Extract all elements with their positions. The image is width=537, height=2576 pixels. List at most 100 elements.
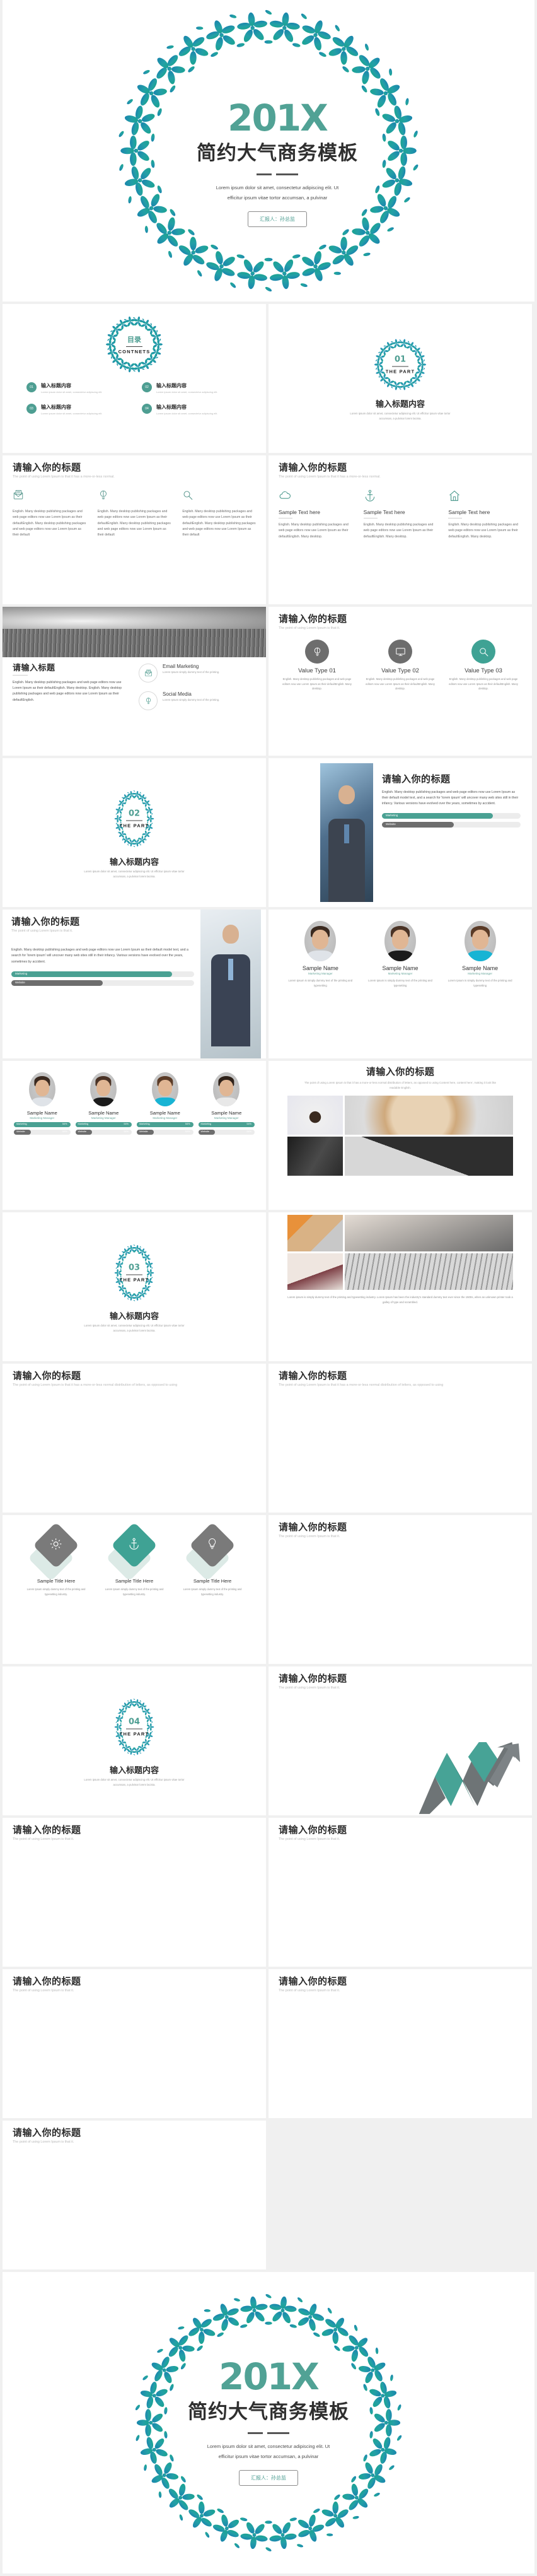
contents-item-4[interactable]: 04 输入标题内容 Lorem ipsum dolor sit amet, co… bbox=[142, 404, 242, 415]
page-title: 请输入你的标题 bbox=[279, 614, 347, 624]
row-timelines: 请输入你的标题 The point of using Lorem Ipsum i… bbox=[0, 1818, 537, 1969]
skill-bar-2: Website bbox=[11, 980, 194, 986]
team-member-1[interactable]: Sample Name Marketing Manager Marketing … bbox=[14, 1072, 71, 1135]
city-skyline-photo bbox=[3, 607, 266, 657]
slide-growth-arrow[interactable]: 请输入你的标题 The point of using Lorem Ipsum i… bbox=[268, 1666, 532, 1815]
value-type-3[interactable]: Value Type 03 English. Many desktop publ… bbox=[445, 640, 522, 691]
divider-en-03: THE PART bbox=[119, 1277, 149, 1283]
businessman-photo bbox=[200, 910, 261, 1058]
icon-column-list: English. Many desktop publishing package… bbox=[13, 489, 256, 537]
contents-item-2[interactable]: 02 输入标题内容 Lorem ipsum dolor sit amet, co… bbox=[142, 382, 242, 394]
slide-cover[interactable]: 201X 简约大气商务模板 Lorem ipsum dolor sit amet… bbox=[3, 0, 534, 302]
value-type-label: Value Type 01 bbox=[298, 667, 336, 675]
slide-timeline-a[interactable]: 请输入你的标题 The point of using Lorem Ipsum i… bbox=[3, 1818, 266, 1967]
value-type-1[interactable]: Value Type 01 English. Many desktop publ… bbox=[279, 640, 355, 691]
person-body-text: English. Many desktop publishing package… bbox=[382, 790, 519, 805]
slide-steps-eight[interactable]: 请输入你的标题 The point of using Lorem Ipsum i… bbox=[3, 1969, 266, 2118]
team-member-2[interactable]: Sample Name Marketing Manager Marketing … bbox=[75, 1072, 132, 1135]
slide-timeline-b[interactable]: 请输入你的标题 The point of using Lorem Ipsum i… bbox=[268, 1818, 532, 1967]
team-member-2[interactable]: Sample Name Marketing Manager Lorem Ipsu… bbox=[365, 921, 436, 988]
slide-back-cover[interactable]: 201X 简约大气商务模板 Lorem ipsum dolor sit amet… bbox=[3, 2272, 534, 2573]
slide-contents[interactable]: 目录 CONTNETS 01 输入标题内容 Lorem ipsum dolor … bbox=[3, 304, 266, 453]
divider-en-02: THE PART bbox=[119, 823, 149, 829]
slide-three-photos[interactable]: 请输入你的标题 The point of using Lorem Ipsum i… bbox=[3, 1364, 266, 1513]
member-name: Sample Name bbox=[382, 965, 419, 971]
back-cover-divider-rule bbox=[248, 2432, 289, 2434]
slide-divider-04[interactable]: 04 THE PART 输入标题内容 Lorem ipsum dolor sit… bbox=[3, 1666, 266, 1815]
photo-desk-chair bbox=[287, 1215, 343, 1251]
diamond-card-2[interactable]: Sample Title Here Lorem Ipsum simply dum… bbox=[97, 1522, 171, 1596]
feature-text: Lorem Ipsum simply dummy text of the pri… bbox=[163, 670, 220, 674]
slide-value-types[interactable]: 请输入你的标题 The point of using Lorem Ipsum i… bbox=[268, 607, 532, 756]
feature-heading: Email Marketing bbox=[163, 664, 199, 669]
page-subtitle: The point of using Lorem Ipsum is that i… bbox=[13, 474, 115, 479]
anchor-icon bbox=[129, 1538, 139, 1550]
slide-city-photo[interactable]: 请输入标题 English. Many desktop publishing p… bbox=[3, 607, 266, 756]
avatar bbox=[384, 921, 416, 961]
slide-person-escalator[interactable]: 请输入你的标题 English. Many desktop publishing… bbox=[268, 758, 532, 907]
avatar bbox=[90, 1072, 117, 1106]
back-cover-presenter-button[interactable]: 汇报人：孙总监 bbox=[239, 2470, 298, 2486]
person-body-text: English. Many desktop publishing package… bbox=[11, 948, 188, 964]
slide-steps-four[interactable]: 请输入你的标题 The point of using Lorem Ipsum i… bbox=[268, 1969, 532, 2118]
divider-title-03: 输入标题内容 bbox=[109, 1311, 159, 1321]
slide-divider-01[interactable]: 01 THE PART 输入标题内容 Lorem ipsum dolor sit… bbox=[268, 304, 532, 453]
cover-row: 201X 简约大气商务模板 Lorem ipsum dolor sit amet… bbox=[0, 0, 537, 304]
team-member-3[interactable]: Sample Name Marketing Manager Marketing … bbox=[137, 1072, 193, 1135]
anchor-icon bbox=[365, 490, 374, 502]
team-member-4[interactable]: Sample Name Marketing Manager Marketing … bbox=[198, 1072, 255, 1135]
contents-item-3[interactable]: 03 输入标题内容 Lorem ipsum dolor sit amet, co… bbox=[26, 404, 127, 415]
slide-keyword-diagram[interactable]: 请输入你的标题 The point of using Lorem Ipsum i… bbox=[268, 1515, 532, 1664]
feature-heading: Social Media bbox=[163, 691, 192, 697]
diamond-title: Sample Title Here bbox=[37, 1578, 76, 1584]
sample-column-heading: Sample Text here bbox=[448, 509, 490, 516]
contents-item-title: 输入标题内容 bbox=[156, 383, 187, 389]
slide-icons-three-col[interactable]: 请输入你的标题 The point of using Lorem Ipsum i… bbox=[3, 455, 266, 604]
coffee-photo-grid bbox=[287, 1096, 513, 1176]
back-cover-row: 201X 简约大气商务模板 Lorem ipsum dolor sit amet… bbox=[0, 2272, 537, 2576]
slide-gallery-office[interactable]: Lorem ipsum is simply dummy text of the … bbox=[268, 1212, 532, 1361]
divider-desc-03: Lorem ipsum dolor sit amet, consectetur … bbox=[84, 1324, 185, 1332]
slide-person-office[interactable]: 请输入你的标题 The point of using Lorem Ipsum i… bbox=[3, 910, 266, 1058]
slide-team-three[interactable]: Sample Name Marketing Manager Lorem Ipsu… bbox=[268, 910, 532, 1058]
page-title: 请输入你的标题 bbox=[13, 462, 81, 473]
member-bar-label: Marketing bbox=[139, 1123, 150, 1125]
cover-title: 简约大气商务模板 bbox=[197, 141, 358, 164]
team-member-3[interactable]: Sample Name Marketing Manager Lorem Ipsu… bbox=[444, 921, 516, 988]
envelope-icon bbox=[13, 490, 23, 500]
member-bar-2: Website 54% bbox=[198, 1130, 255, 1135]
slide-wide-photo[interactable]: 请输入你的标题 The point of using Lorem Ipsum i… bbox=[268, 1364, 532, 1513]
office-gallery-note: Lorem ipsum is simply dummy text of the … bbox=[287, 1296, 513, 1304]
diamond-card-3[interactable]: Sample Title Here Lorem Ipsum simply dum… bbox=[175, 1522, 250, 1596]
photo-dessert bbox=[287, 1137, 343, 1176]
monitor-icon bbox=[395, 648, 405, 656]
page-title: 请输入你的标题 bbox=[366, 1067, 435, 1077]
photo-keyboard bbox=[345, 1253, 513, 1290]
member-name: Sample Name bbox=[149, 1110, 180, 1116]
diamond-card-1[interactable]: Sample Title Here Lorem Ipsum simply dum… bbox=[19, 1522, 93, 1596]
slide-nested-arrows[interactable]: 请输入你的标题 The point of using Lorem Ipsum i… bbox=[3, 2121, 266, 2269]
team-member-1[interactable]: Sample Name Marketing Manager Lorem Ipsu… bbox=[285, 921, 356, 988]
page-title: 请输入你的标题 bbox=[13, 1371, 81, 1381]
icon-column-1: English. Many desktop publishing package… bbox=[13, 489, 86, 537]
cover-presenter-button[interactable]: 汇报人：孙总监 bbox=[248, 211, 307, 228]
divider-wreath-04: 04 THE PART bbox=[111, 1694, 158, 1760]
divider-title-04: 输入标题内容 bbox=[109, 1765, 159, 1776]
photo-laptop-hands bbox=[345, 1215, 513, 1251]
member-role: Marketing Manager bbox=[214, 1116, 239, 1120]
slide-team-four[interactable]: Sample Name Marketing Manager Marketing … bbox=[3, 1061, 266, 1210]
member-bio: Lorem Ipsum is simply dummy text of the … bbox=[368, 979, 432, 987]
row-person-team3: 请输入你的标题 The point of using Lorem Ipsum i… bbox=[0, 910, 537, 1061]
divider-desc-01: Lorem ipsum dolor sit amet, consectetur … bbox=[350, 412, 451, 420]
slide-diamond-cards[interactable]: Sample Title Here Lorem Ipsum simply dum… bbox=[3, 1515, 266, 1664]
slide-divider-03[interactable]: 03 THE PART 输入标题内容 Lorem ipsum dolor sit… bbox=[3, 1212, 266, 1361]
contents-item-desc: Lorem ipsum dolor sit amet, consectetur … bbox=[156, 390, 218, 394]
member-bar-1: Marketing 54% bbox=[14, 1122, 71, 1127]
slide-sample-text-three-col[interactable]: 请输入你的标题 The point of using Lorem Ipsum i… bbox=[268, 455, 532, 604]
contents-item-1[interactable]: 01 输入标题内容 Lorem ipsum dolor sit amet, co… bbox=[26, 382, 127, 394]
slide-gallery-coffee[interactable]: 请输入你的标题 The point of using Lorem Ipsum i… bbox=[268, 1061, 532, 1210]
businessman-photo bbox=[320, 763, 373, 902]
slide-divider-02[interactable]: 02 THE PART 输入标题内容 Lorem ipsum dolor sit… bbox=[3, 758, 266, 907]
divider-wreath-02: 02 THE PART bbox=[111, 786, 158, 852]
value-type-2[interactable]: Value Type 02 English. Many desktop publ… bbox=[362, 640, 439, 691]
